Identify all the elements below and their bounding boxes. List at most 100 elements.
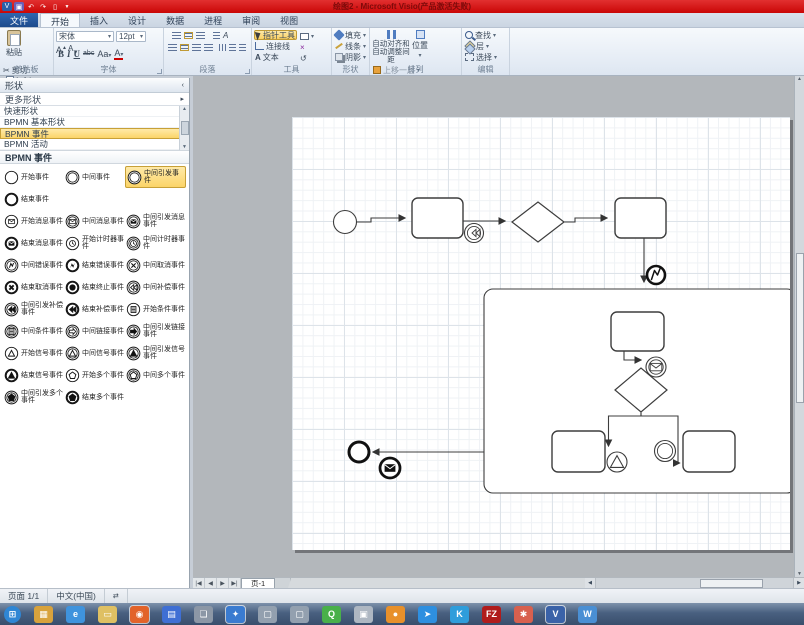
- last-page-button[interactable]: ▶|: [229, 578, 241, 588]
- scroll-up-icon[interactable]: ▲: [182, 106, 187, 112]
- task-1[interactable]: [412, 198, 463, 238]
- stencil-scrollbar[interactable]: ▲ ▼: [179, 106, 189, 150]
- select-button[interactable]: 选择▾: [464, 52, 507, 62]
- taskbar-icon-qq[interactable]: Q: [322, 606, 341, 623]
- stencil-shape[interactable]: 中间多个事件: [125, 364, 186, 386]
- position-button[interactable]: 位置▾: [410, 30, 430, 64]
- stencil-shape[interactable]: 结束补偿事件: [64, 298, 125, 320]
- fill-button[interactable]: 填充▾: [334, 30, 367, 40]
- font-size-select[interactable]: 12pt▾: [116, 31, 146, 42]
- align-middle-icon[interactable]: [184, 32, 193, 39]
- justify-icon[interactable]: [204, 44, 213, 51]
- decrease-indent-icon[interactable]: [229, 44, 236, 51]
- taskbar-icon-internet-explorer[interactable]: e: [66, 606, 85, 623]
- stencil-shape[interactable]: 开始多个事件: [64, 364, 125, 386]
- scroll-thumb[interactable]: [181, 121, 189, 135]
- stencil-shape[interactable]: 中间引发多个事件: [3, 386, 64, 408]
- rotate-tool-button[interactable]: ↺: [299, 53, 315, 63]
- sequence-flow[interactable]: [565, 218, 608, 222]
- tab-data[interactable]: 数据: [156, 13, 194, 27]
- taskbar-icon-visio[interactable]: V: [546, 606, 565, 623]
- taskbar-icon-folder[interactable]: ▭: [98, 606, 117, 623]
- stencil-4[interactable]: BPMN 活动: [0, 139, 189, 150]
- stencil-shape[interactable]: 结束事件: [3, 188, 64, 210]
- pointer-tool-button[interactable]: 指针工具: [254, 30, 297, 40]
- tab-file[interactable]: 文件: [0, 13, 38, 27]
- taskbar-icon-filezilla[interactable]: FZ: [482, 606, 501, 623]
- boundary-compensation-event[interactable]: [465, 224, 484, 243]
- bullets-icon[interactable]: [213, 32, 220, 39]
- font-family-select[interactable]: 宋体▾: [56, 31, 114, 42]
- first-page-button[interactable]: |◀: [193, 578, 205, 588]
- taskbar-icon-ghost-app-2[interactable]: ▢: [290, 606, 309, 623]
- stencil-shape[interactable]: 中间引发消息事件: [125, 210, 186, 232]
- align-right-icon[interactable]: [192, 44, 201, 51]
- taskbar-icon-thunder[interactable]: ➤: [418, 606, 437, 623]
- bold-button[interactable]: B: [58, 49, 64, 59]
- connector-button[interactable]: 连接线: [254, 41, 297, 51]
- scroll-up-icon[interactable]: ▲: [797, 76, 802, 82]
- scroll-right-icon[interactable]: ▶: [793, 578, 804, 588]
- taskbar-icon-firefox[interactable]: ◉: [130, 606, 149, 623]
- stencil-shape[interactable]: 开始信号事件: [3, 342, 64, 364]
- tab-review[interactable]: 审阅: [232, 13, 270, 27]
- insert-page-tab[interactable]: [275, 578, 291, 588]
- stencil-shape[interactable]: 结束信号事件: [3, 364, 64, 386]
- intermediate-event[interactable]: [655, 441, 676, 462]
- italic-button[interactable]: I: [67, 49, 71, 59]
- stencil-shape[interactable]: 结束多个事件: [64, 386, 125, 408]
- taskbar-icon-app-grid[interactable]: ▦: [34, 606, 53, 623]
- macro-record-icon[interactable]: ⇄: [105, 589, 128, 603]
- task-3[interactable]: [611, 312, 664, 351]
- collapse-panel-icon[interactable]: ‹: [182, 82, 184, 89]
- stencil-shape[interactable]: 开始计时器事件: [64, 232, 125, 254]
- shadow-button[interactable]: 阴影▾: [334, 52, 367, 62]
- tab-insert[interactable]: 插入: [80, 13, 118, 27]
- stencil-shape[interactable]: 结束取消事件: [3, 276, 64, 298]
- layers-button[interactable]: 层▾: [464, 41, 507, 51]
- scroll-down-icon[interactable]: ▼: [182, 144, 187, 150]
- drawing-page[interactable]: [292, 117, 790, 550]
- start-event[interactable]: [334, 211, 357, 234]
- tab-process[interactable]: 进程: [194, 13, 232, 27]
- prev-page-button[interactable]: ◀: [205, 578, 217, 588]
- align-center-icon[interactable]: [180, 44, 189, 51]
- scroll-thumb[interactable]: [700, 579, 763, 588]
- horizontal-scrollbar[interactable]: ◀ ▶: [585, 577, 804, 588]
- taskbar-icon-start-button[interactable]: ⊞: [4, 606, 21, 623]
- scroll-left-icon[interactable]: ◀: [585, 578, 596, 588]
- stencil-shape[interactable]: 中间链接事件: [64, 320, 125, 342]
- taskbar-icon-k-app[interactable]: K: [450, 606, 469, 623]
- page-tab[interactable]: 页-1: [241, 578, 275, 588]
- stencil-shape[interactable]: 中间错误事件: [3, 254, 64, 276]
- vertical-scrollbar[interactable]: ▲ ▼: [794, 76, 804, 577]
- tab-home[interactable]: 开始: [40, 13, 80, 27]
- stencil-shape[interactable]: 结束错误事件: [64, 254, 125, 276]
- gateway-1[interactable]: [512, 202, 564, 242]
- paste-button[interactable]: 粘贴: [2, 30, 26, 64]
- end-message-event[interactable]: [380, 458, 400, 478]
- stencil-shape[interactable]: 开始消息事件: [3, 210, 64, 232]
- boundary-error-event[interactable]: [647, 266, 665, 284]
- stencil-shape[interactable]: 中间引发事件: [125, 166, 186, 188]
- stencil-shape[interactable]: 中间取消事件: [125, 254, 186, 276]
- boundary-signal-event[interactable]: [607, 452, 627, 472]
- line-button[interactable]: 线条▾: [334, 41, 367, 51]
- stencil-shape[interactable]: 开始条件事件: [125, 298, 186, 320]
- stencil-shape[interactable]: 中间信号事件: [64, 342, 125, 364]
- font-color-button[interactable]: A▾: [114, 48, 123, 60]
- rectangle-tool-button[interactable]: ▾: [299, 31, 315, 41]
- stencil-shape[interactable]: 中间补偿事件: [125, 276, 186, 298]
- scroll-thumb[interactable]: [796, 253, 804, 403]
- stencil-shape[interactable]: 中间引发补偿事件: [3, 298, 64, 320]
- stencil-shape[interactable]: 结束消息事件: [3, 232, 64, 254]
- taskbar-icon-orange-app[interactable]: ●: [386, 606, 405, 623]
- stencil-shape[interactable]: 结束终止事件: [64, 276, 125, 298]
- text-button[interactable]: A文本: [254, 52, 297, 62]
- stencil-shape[interactable]: 开始事件: [3, 166, 64, 188]
- next-page-button[interactable]: ▶: [217, 578, 229, 588]
- intermediate-message-event[interactable]: [646, 357, 666, 377]
- taskbar-icon-word-app[interactable]: W: [578, 606, 597, 623]
- strikethrough-button[interactable]: abc: [83, 50, 94, 57]
- stencil-shape[interactable]: 中间引发信号事件: [125, 342, 186, 364]
